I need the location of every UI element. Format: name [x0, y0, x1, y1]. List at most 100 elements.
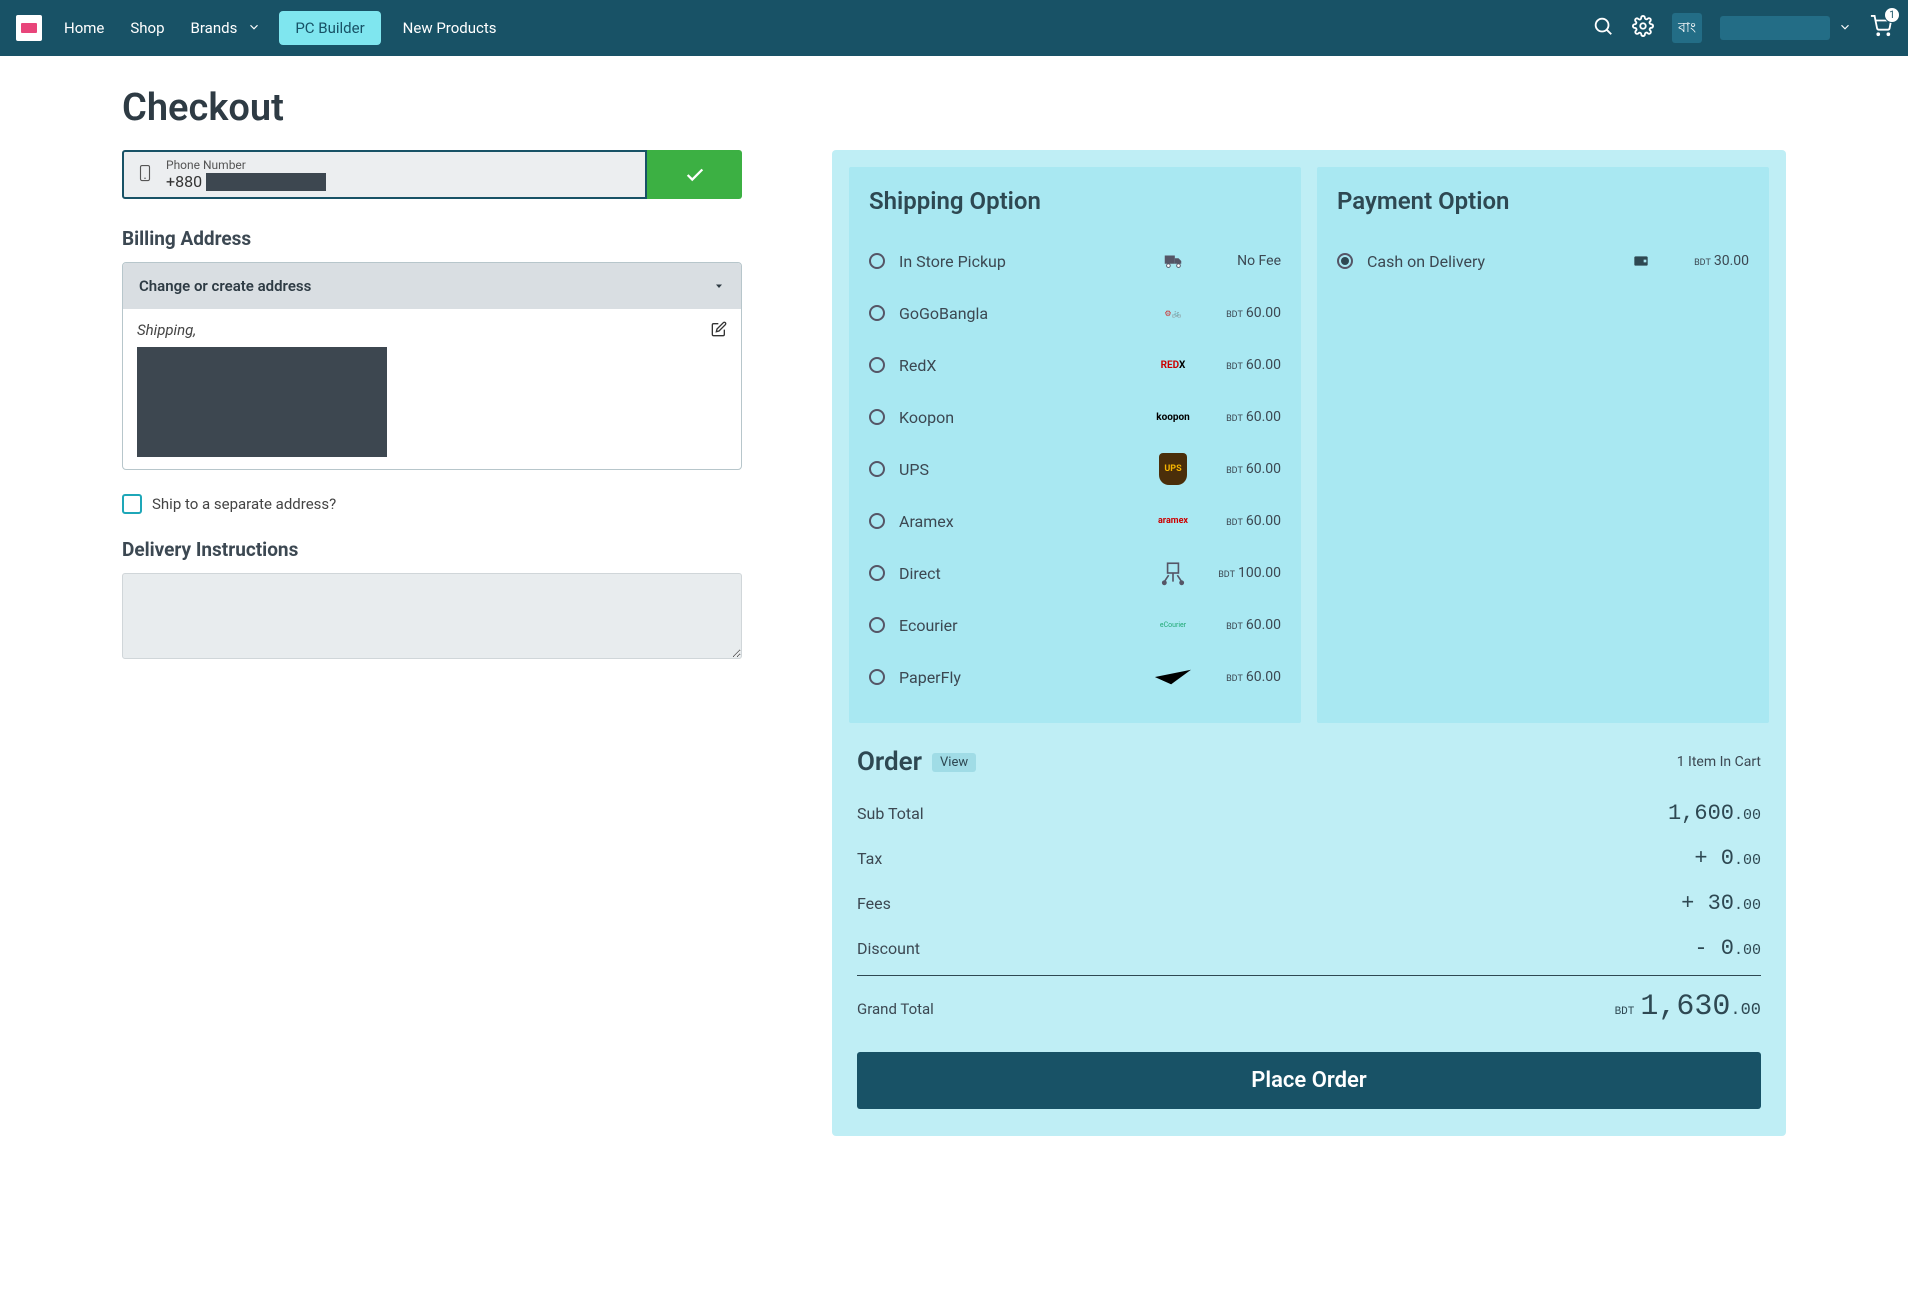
shipping-option-paperfly[interactable]: PaperFly BDT60.00	[869, 651, 1281, 703]
user-menu[interactable]	[1720, 16, 1852, 40]
place-order-button[interactable]: Place Order	[857, 1052, 1761, 1109]
shipping-price: BDT60.00	[1209, 305, 1281, 321]
tax-value: + 0.00	[1694, 846, 1761, 871]
subtotal-label: Sub Total	[857, 804, 924, 823]
address-details-masked	[137, 347, 387, 457]
shipping-price: BDT60.00	[1209, 461, 1281, 477]
address-card: Shipping,	[123, 309, 741, 469]
paper-icon	[1151, 665, 1195, 689]
shipping-option-aramex[interactable]: Aramex aramex BDT60.00	[869, 495, 1281, 547]
shipping-price: No Fee	[1209, 253, 1281, 269]
edit-address-button[interactable]	[711, 321, 727, 341]
nav-brands-label: Brands	[187, 11, 242, 45]
tax-label: Tax	[857, 849, 882, 868]
order-title: Order	[857, 747, 922, 777]
user-name-placeholder	[1720, 16, 1830, 40]
shipping-price: BDT60.00	[1209, 669, 1281, 685]
nav-right: বাং 1	[1592, 13, 1892, 43]
ship-separate-label: Ship to a separate address?	[152, 495, 336, 513]
search-icon[interactable]	[1592, 15, 1614, 41]
koopon-icon: koopon	[1151, 405, 1195, 429]
address-dropdown[interactable]: Change or create address	[123, 263, 741, 309]
chevron-down-icon	[247, 19, 261, 38]
grand-total-label: Grand Total	[857, 1000, 934, 1018]
nav-brands[interactable]: Brands	[187, 11, 262, 45]
shipping-price: BDT60.00	[1209, 409, 1281, 425]
nav-pc-builder[interactable]: PC Builder	[279, 11, 380, 45]
radio-button[interactable]	[1337, 253, 1353, 269]
shipping-option-in-store-pickup[interactable]: In Store Pickup No Fee	[869, 235, 1281, 287]
shipping-name: GoGoBangla	[899, 304, 1137, 323]
page-title: Checkout	[122, 86, 1786, 130]
address-type: Shipping,	[137, 321, 196, 339]
discount-label: Discount	[857, 939, 920, 958]
delivery-instructions-input[interactable]	[122, 573, 742, 659]
payment-title: Payment Option	[1337, 187, 1749, 215]
aramex-icon: aramex	[1151, 509, 1195, 533]
ship-separate-checkbox[interactable]	[122, 494, 142, 514]
radio-button[interactable]	[869, 357, 885, 373]
ups-icon: UPS	[1151, 457, 1195, 481]
shipping-option-ecourier[interactable]: Ecourier eCourier BDT60.00	[869, 599, 1281, 651]
shipping-options: Shipping Option In Store Pickup No Fee G…	[849, 167, 1301, 723]
grand-total-value: BDT1,630.00	[1615, 990, 1761, 1024]
edit-icon	[711, 321, 727, 337]
radio-button[interactable]	[869, 253, 885, 269]
nav-home[interactable]: Home	[60, 11, 108, 45]
chevron-down-icon	[1838, 19, 1852, 38]
language-toggle[interactable]: বাং	[1672, 13, 1702, 43]
billing-heading: Billing Address	[122, 227, 742, 250]
radio-button[interactable]	[869, 617, 885, 633]
discount-value: - 0.00	[1694, 936, 1761, 961]
shipping-option-ups[interactable]: UPS UPS BDT60.00	[869, 443, 1281, 495]
radio-button[interactable]	[869, 513, 885, 529]
shipping-option-gogobangla[interactable]: GoGoBangla ⚙🚲 BDT60.00	[869, 287, 1281, 339]
shipping-name: PaperFly	[899, 668, 1137, 687]
redx-icon: REDX	[1151, 353, 1195, 377]
shipping-price: BDT60.00	[1209, 357, 1281, 373]
nav-new-products[interactable]: New Products	[399, 11, 501, 45]
wallet-icon	[1619, 249, 1663, 273]
fees-value: + 30.00	[1681, 891, 1761, 916]
phone-input[interactable]: Phone Number +880	[122, 150, 647, 199]
shipping-option-redx[interactable]: RedX REDX BDT60.00	[869, 339, 1281, 391]
shipping-name: UPS	[899, 460, 1137, 479]
address-selector: Change or create address Shipping,	[122, 262, 742, 470]
shipping-name: Koopon	[899, 408, 1137, 427]
nav-shop[interactable]: Shop	[126, 11, 168, 45]
delivery-instructions-heading: Delivery Instructions	[122, 538, 742, 561]
radio-button[interactable]	[869, 305, 885, 321]
ecourier-icon: eCourier	[1151, 613, 1195, 637]
radio-button[interactable]	[869, 461, 885, 477]
summary-divider	[857, 975, 1761, 976]
shipping-name: Aramex	[899, 512, 1137, 531]
radio-button[interactable]	[869, 669, 885, 685]
payment-options: Payment Option Cash on Delivery BDT30.00	[1317, 167, 1769, 723]
top-nav: Home Shop Brands PC Builder New Products…	[0, 0, 1908, 56]
shipping-price: BDT100.00	[1209, 565, 1281, 581]
view-order-button[interactable]: View	[932, 753, 976, 772]
truck-icon	[1151, 249, 1195, 273]
cart-item-count: 1 Item In Cart	[1677, 754, 1761, 770]
settings-icon[interactable]	[1632, 15, 1654, 41]
shipping-name: Ecourier	[899, 616, 1137, 635]
radio-button[interactable]	[869, 565, 885, 581]
shipping-name: In Store Pickup	[899, 252, 1137, 271]
payment-option-cash-on-delivery[interactable]: Cash on Delivery BDT30.00	[1337, 235, 1749, 287]
cart-icon	[1870, 22, 1892, 41]
shipping-price: BDT60.00	[1209, 513, 1281, 529]
shipping-option-koopon[interactable]: Koopon koopon BDT60.00	[869, 391, 1281, 443]
payment-price: BDT30.00	[1677, 253, 1749, 269]
phone-number-masked	[206, 173, 326, 191]
phone-prefix: +880	[166, 172, 202, 191]
logo[interactable]	[16, 15, 42, 41]
cart-count-badge: 1	[1884, 7, 1900, 23]
shipping-option-direct[interactable]: Direct BDT100.00	[869, 547, 1281, 599]
phone-value: +880	[166, 172, 326, 191]
cart-button[interactable]: 1	[1870, 15, 1892, 41]
radio-button[interactable]	[869, 409, 885, 425]
fees-label: Fees	[857, 894, 891, 913]
confirm-phone-button[interactable]	[647, 150, 742, 199]
address-dropdown-label: Change or create address	[139, 277, 311, 295]
payment-name: Cash on Delivery	[1367, 252, 1605, 271]
